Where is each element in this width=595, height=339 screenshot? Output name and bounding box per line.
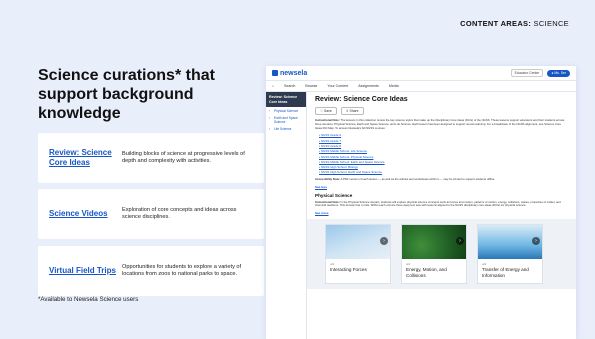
app-nav: ⌕ Search Browse Your Content Assignments… <box>266 81 576 92</box>
see-less-link[interactable]: See less <box>315 185 568 189</box>
unit-image: › <box>326 225 390 260</box>
nav-browse[interactable]: Browse <box>305 84 317 88</box>
unit-image: › <box>402 225 466 260</box>
content-area-header: CONTENT AREAS: SCIENCE <box>460 19 569 28</box>
physical-science-note-text: In the Physical Science domain, students… <box>315 199 561 208</box>
science-videos-link[interactable]: Science Videos <box>38 209 122 219</box>
intro-note-text: The lessons in this collection review th… <box>315 118 565 130</box>
logo-icon <box>272 70 278 76</box>
search-icon[interactable]: ⌕ <box>272 84 274 88</box>
chevron-right-icon[interactable]: › <box>380 237 388 246</box>
see-more-link[interactable]: See more <box>315 211 568 215</box>
share-label: Share <box>349 109 359 113</box>
physical-science-note: Instructional Note: In the Physical Scie… <box>315 199 568 209</box>
app-window: newsela Educator Center ● Ms. Ser ⌕ Sear… <box>266 66 576 339</box>
unit-kind: unit <box>406 263 411 267</box>
accessibility-note-label: Accessibility Note: <box>315 176 341 181</box>
ngss-link[interactable]: NGSS High School: Earth and Space Scienc… <box>319 170 568 175</box>
collection-sidebar: Review: Science Core Ideas Physical Scie… <box>266 92 307 339</box>
unit-image: › <box>478 225 542 260</box>
share-button[interactable]: ⇪ Share <box>340 107 364 115</box>
content-area-value: SCIENCE <box>533 19 569 28</box>
user-menu[interactable]: ● Ms. Ser <box>547 69 570 77</box>
educator-center-button[interactable]: Educator Center <box>510 69 544 77</box>
chevron-right-icon[interactable]: › <box>532 237 540 246</box>
chevron-right-icon[interactable]: › <box>456 237 464 246</box>
card-core-ideas: Review: Science Core Ideas Building bloc… <box>38 133 264 183</box>
unit-name: Transfer of Energy and Information <box>482 267 529 278</box>
unit-tile[interactable]: › unit Transfer of Energy and Informatio… <box>477 224 543 285</box>
collection-main: Review: Science Core Ideas ♡ Save ⇪ Shar… <box>307 92 576 339</box>
core-ideas-description: Building blocks of science at progressiv… <box>122 150 245 164</box>
unit-name: Energy, Motion, and Collisions <box>406 267 447 278</box>
unit-kind: unit <box>330 263 335 267</box>
save-button[interactable]: ♡ Save <box>315 107 337 115</box>
section-title: Physical Science <box>315 192 353 198</box>
nav-media[interactable]: Media <box>389 84 399 88</box>
sidebar-item-physical-science[interactable]: Physical Science <box>266 107 306 114</box>
unit-name: Interacting Forces <box>330 267 367 273</box>
slide-title: Science curations* that support backgrou… <box>38 67 215 122</box>
accessibility-note: Accessibility Note: A PDF version of eac… <box>315 176 568 182</box>
footnote: *Available to Newsela Science users <box>38 296 139 303</box>
nav-your-content[interactable]: Your Content <box>327 84 348 88</box>
unit-tile[interactable]: › unit Energy, Motion, and Collisions <box>401 224 467 285</box>
card-science-videos: Science Videos Exploration of core conce… <box>38 189 264 239</box>
sidebar-item-selected[interactable]: Review: Science Core Ideas <box>266 92 306 108</box>
save-label: Save <box>323 109 332 113</box>
intro-note: Instructional Note: The lessons in this … <box>315 118 568 130</box>
logo-text: newsela <box>280 69 308 77</box>
nav-search[interactable]: Search <box>284 84 295 88</box>
virtual-field-trips-link[interactable]: Virtual Field Trips <box>38 266 122 276</box>
unit-kind: unit <box>482 263 487 267</box>
core-ideas-link[interactable]: Review: Science Core Ideas <box>38 148 122 168</box>
nav-assignments[interactable]: Assignments <box>358 84 379 88</box>
page-title: Review: Science Core Ideas <box>315 96 408 103</box>
newsela-logo[interactable]: newsela <box>272 70 307 77</box>
virtual-field-trips-description: Opportunities for students to explore a … <box>122 263 242 277</box>
science-videos-description: Exploration of core concepts and ideas a… <box>122 206 237 220</box>
content-area-label: CONTENT AREAS: <box>460 19 532 28</box>
sidebar-item-earth-space[interactable]: Earth and Space Science <box>266 114 306 125</box>
sidebar-item-life-science[interactable]: Life Science <box>266 125 306 132</box>
card-virtual-field-trips: Virtual Field Trips Opportunities for st… <box>38 246 264 296</box>
accessibility-note-text: A PDF version of each lesson — as well a… <box>340 176 496 181</box>
ngss-course-links: NGSS Grade 6 NGSS Grade 7 NGSS Grade 8 N… <box>319 133 568 175</box>
app-topbar: newsela Educator Center ● Ms. Ser <box>266 66 576 81</box>
unit-tile[interactable]: › unit Interacting Forces <box>325 224 391 285</box>
unit-tiles: › unit Interacting Forces › unit Energy,… <box>307 219 576 290</box>
